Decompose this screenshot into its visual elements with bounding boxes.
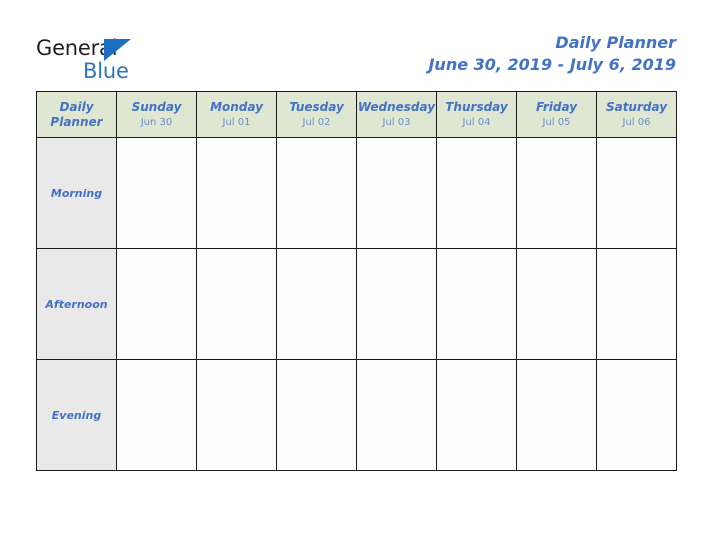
slot-afternoon-sunday[interactable]	[116, 248, 197, 360]
day-date-label: Jul 02	[302, 117, 331, 128]
brand-word-blue: Blue	[83, 59, 129, 83]
slot-morning-wednesday[interactable]	[356, 137, 437, 249]
planner-table-container: Daily Planner Sunday Jun 30 Monday Jul 0…	[36, 91, 677, 471]
date-range-label: June 30, 2019 - July 6, 2019	[428, 55, 676, 74]
planner-corner-header: Daily Planner	[36, 91, 117, 138]
slot-evening-monday[interactable]	[196, 359, 277, 471]
planner-row-morning: Morning	[36, 137, 677, 249]
period-label-morning: Morning	[36, 137, 117, 249]
period-label-evening: Evening	[36, 359, 117, 471]
day-name-label: Friday	[535, 100, 578, 114]
planner-title-block: Daily Planner June 30, 2019 - July 6, 20…	[428, 32, 676, 76]
slot-evening-saturday[interactable]	[596, 359, 677, 471]
triangle-logo-icon	[104, 39, 131, 61]
day-name-label: Saturday	[605, 100, 668, 114]
day-date-label: Jul 05	[542, 117, 571, 128]
planner-header-row: Daily Planner Sunday Jun 30 Monday Jul 0…	[36, 91, 677, 138]
corner-header-line-one: Daily	[59, 99, 94, 114]
day-date-label: Jul 01	[222, 117, 251, 128]
day-date-label: Jul 06	[622, 117, 651, 128]
slot-evening-sunday[interactable]	[116, 359, 197, 471]
day-name-label: Monday	[210, 100, 263, 114]
day-name-label: Sunday	[131, 100, 182, 114]
day-header-wednesday: Wednesday Jul 03	[356, 91, 437, 138]
period-label-text: Afternoon	[45, 298, 108, 311]
slot-afternoon-thursday[interactable]	[436, 248, 517, 360]
planner-table: Daily Planner Sunday Jun 30 Monday Jul 0…	[36, 91, 677, 471]
planner-row-evening: Evening	[36, 359, 677, 471]
page-title: Daily Planner	[555, 33, 676, 52]
slot-evening-tuesday[interactable]	[276, 359, 357, 471]
slot-evening-friday[interactable]	[516, 359, 597, 471]
slot-afternoon-friday[interactable]	[516, 248, 597, 360]
day-header-thursday: Thursday Jul 04	[436, 91, 517, 138]
day-header-tuesday: Tuesday Jul 02	[276, 91, 357, 138]
day-header-saturday: Saturday Jul 06	[596, 91, 677, 138]
slot-afternoon-monday[interactable]	[196, 248, 277, 360]
day-date-label: Jul 03	[382, 117, 411, 128]
planner-table-head: Daily Planner Sunday Jun 30 Monday Jul 0…	[36, 91, 677, 138]
slot-morning-monday[interactable]	[196, 137, 277, 249]
slot-morning-sunday[interactable]	[116, 137, 197, 249]
period-label-text: Evening	[51, 409, 102, 422]
day-header-friday: Friday Jul 05	[516, 91, 597, 138]
day-name-label: Wednesday	[357, 100, 436, 114]
period-label-afternoon: Afternoon	[36, 248, 117, 360]
planner-row-afternoon: Afternoon	[36, 248, 677, 360]
general-blue-logo: General Blue	[36, 36, 216, 83]
slot-evening-thursday[interactable]	[436, 359, 517, 471]
period-label-text: Morning	[50, 187, 103, 200]
corner-header-line-two: Planner	[50, 114, 103, 129]
slot-morning-thursday[interactable]	[436, 137, 517, 249]
planner-table-body: Morning Afternoon Evening	[36, 137, 677, 471]
day-name-label: Thursday	[445, 100, 508, 114]
slot-morning-friday[interactable]	[516, 137, 597, 249]
day-header-sunday: Sunday Jun 30	[116, 91, 197, 138]
slot-morning-tuesday[interactable]	[276, 137, 357, 249]
day-date-label: Jul 04	[462, 117, 491, 128]
day-header-monday: Monday Jul 01	[196, 91, 277, 138]
slot-afternoon-tuesday[interactable]	[276, 248, 357, 360]
day-date-label: Jun 30	[140, 117, 173, 128]
slot-afternoon-wednesday[interactable]	[356, 248, 437, 360]
slot-evening-wednesday[interactable]	[356, 359, 437, 471]
page-header: General Blue Daily Planner June 30, 2019…	[0, 0, 712, 91]
day-name-label: Tuesday	[289, 100, 344, 114]
slot-morning-saturday[interactable]	[596, 137, 677, 249]
slot-afternoon-saturday[interactable]	[596, 248, 677, 360]
